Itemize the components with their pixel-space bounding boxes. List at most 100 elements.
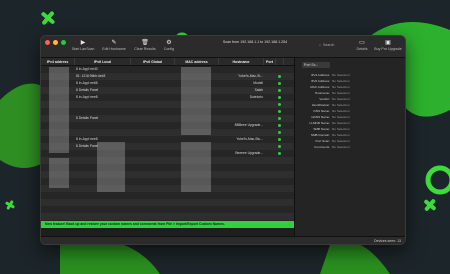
- scan-status: Scan from 192.168.1.1 to 192.168.1.254: [222, 40, 288, 44]
- pencil-icon: ✎: [111, 40, 117, 46]
- cell-hostname: BBBeee Upgrade...: [234, 123, 263, 127]
- table-row[interactable]: 81: 1218:96bb:de48 Yubel's-Mac-St...: [41, 73, 294, 80]
- cell-status: [276, 66, 284, 73]
- device-table: 8 In-App! ee40 81: 1218:96bb:de48 Yubel's-…: [41, 66, 294, 221]
- cell-ipv6-global: [131, 157, 175, 164]
- search-input[interactable]: Search: [323, 43, 334, 47]
- green-cross-icon: [424, 199, 436, 211]
- online-status-icon: [278, 89, 281, 92]
- cell-status: [276, 108, 284, 115]
- property-key: Comments:: [314, 145, 330, 149]
- config-button[interactable]: ⚙ Config: [161, 39, 177, 51]
- column-header-mac[interactable]: MAC address: [175, 58, 219, 65]
- empty-row: [41, 185, 294, 192]
- redacted-block: [181, 142, 211, 192]
- sidebar-icon: ▭: [359, 40, 365, 46]
- online-status-icon: [278, 152, 281, 155]
- cell-status: [276, 101, 284, 108]
- buy-pro-upgrade-button[interactable]: ▣ Buy Pro Upgrade: [373, 39, 403, 51]
- details-button[interactable]: ▭ Details: [355, 39, 369, 51]
- cell-ipv6-local: [75, 108, 131, 115]
- minimize-button[interactable]: [53, 40, 58, 45]
- cell-hostname: [219, 66, 264, 73]
- green-cross-icon: [5, 200, 15, 210]
- cell-ipv6-local: 8 Details Panel: [76, 88, 99, 92]
- table-row[interactable]: 8 In-App! eee8 Dutelorio: [41, 94, 294, 101]
- redacted-block: [49, 67, 69, 153]
- empty-row: [41, 206, 294, 213]
- cell-hostname: Dutelorio: [249, 95, 263, 99]
- online-status-icon: [278, 75, 281, 78]
- redacted-block: [97, 142, 125, 192]
- cell-port: [264, 115, 276, 122]
- cell-port: [264, 80, 276, 87]
- table-row[interactable]: Beeeee Upgrade...: [41, 150, 294, 157]
- cell-port: [264, 122, 276, 129]
- window-controls: [45, 40, 66, 45]
- cell-ipv6-local: 8 Details Panel: [76, 116, 99, 120]
- empty-row: [41, 171, 294, 178]
- table-row[interactable]: 8 In-App! ee40: [41, 66, 294, 73]
- cell-hostname: Modell: [253, 81, 263, 85]
- cell-status: [276, 129, 284, 136]
- cell-port: [264, 87, 276, 94]
- cell-port: [264, 129, 276, 136]
- port-scan-dropdown[interactable]: Port Sc...: [302, 62, 330, 68]
- empty-row: [41, 178, 294, 185]
- column-header-port[interactable]: Port: [264, 58, 276, 65]
- cell-ipv6-global: [131, 115, 175, 122]
- table-row[interactable]: [41, 108, 294, 115]
- bag-icon: ▣: [385, 40, 391, 46]
- close-button[interactable]: [45, 40, 50, 45]
- cell-hostname: [219, 108, 264, 115]
- cell-status: [276, 143, 284, 150]
- table-row[interactable]: [41, 101, 294, 108]
- empty-row: [41, 199, 294, 206]
- feature-banner[interactable]: New feature! Back up and restore your cu…: [41, 221, 294, 228]
- details-panel: Port Sc... IPv4 Address: No Selection IPv6…: [294, 58, 405, 236]
- cell-status: [276, 150, 284, 157]
- column-header-ipv6-local[interactable]: IPv6 Local: [75, 58, 131, 65]
- cell-hostname: [219, 157, 264, 164]
- start-lanscan-button[interactable]: ▶ Start LanScan: [71, 39, 95, 51]
- cell-ipv6-local: [75, 122, 131, 129]
- table-row[interactable]: [41, 157, 294, 164]
- online-status-icon: [278, 138, 281, 141]
- trash-icon: 🗑: [141, 40, 149, 46]
- cell-ipv6-global: [131, 129, 175, 136]
- table-row[interactable]: 8 In-App! ee68 Modell: [41, 80, 294, 87]
- clear-results-button[interactable]: 🗑 Clear Results: [133, 39, 157, 51]
- online-status-icon: [278, 131, 281, 134]
- table-row[interactable]: 8 Details Panel Salah: [41, 87, 294, 94]
- cell-port: [264, 108, 276, 115]
- column-header-ipv4[interactable]: IPv4 address: [41, 58, 75, 65]
- cell-hostname: Salah: [254, 88, 263, 92]
- ring-shape: [425, 165, 450, 195]
- column-header-ipv6-global[interactable]: IPv6 Global: [131, 58, 175, 65]
- online-status-icon: [278, 117, 281, 120]
- empty-row: [41, 213, 294, 220]
- cell-status: [276, 73, 284, 80]
- cell-ipv6-local: 8 In-App! ee40: [76, 67, 98, 71]
- zoom-button[interactable]: [61, 40, 66, 45]
- redacted-block: [49, 158, 69, 188]
- redacted-block: [181, 67, 211, 135]
- green-cross-icon: [41, 11, 55, 25]
- cell-status: [276, 80, 284, 87]
- search-icon: ⌕: [319, 42, 322, 47]
- table-row[interactable]: [41, 129, 294, 136]
- cell-ipv6-global: [131, 108, 175, 115]
- table-row[interactable]: 8 Details Panel: [41, 143, 294, 150]
- column-header-hostname[interactable]: Hostname: [219, 58, 264, 65]
- table-row[interactable]: 8 Details Panel: [41, 115, 294, 122]
- table-row[interactable]: BBBeee Upgrade...: [41, 122, 294, 129]
- cell-ipv6-global: [131, 122, 175, 129]
- cell-ipv6-global: [131, 73, 175, 80]
- cell-status: [276, 122, 284, 129]
- cell-port: [264, 143, 276, 150]
- gear-icon: ⚙: [166, 40, 172, 46]
- cell-status: [276, 136, 284, 143]
- table-header: IPv4 address IPv6 Local IPv6 Global MAC …: [41, 58, 294, 66]
- edit-hostname-button[interactable]: ✎ Edit Hostname: [101, 39, 127, 51]
- table-row[interactable]: 8 In-App! eee8 Yubel's-Mac-Stu...: [41, 136, 294, 143]
